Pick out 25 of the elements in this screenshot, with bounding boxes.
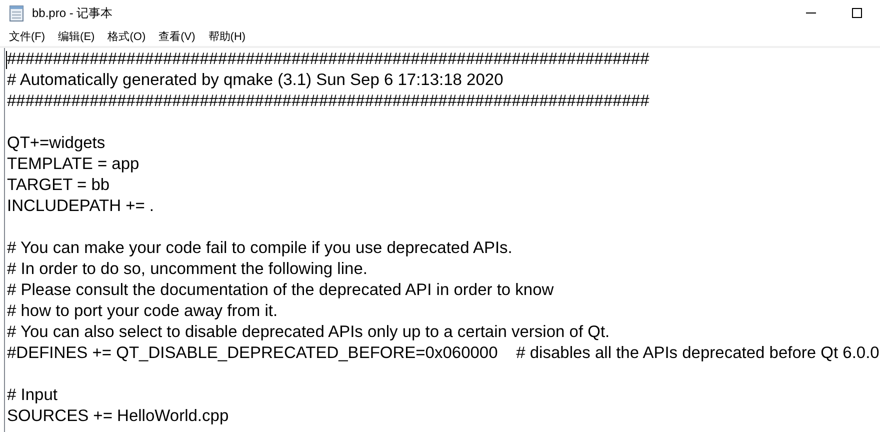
text-editor[interactable] bbox=[4, 48, 880, 432]
text-line: TEMPLATE = app bbox=[7, 154, 140, 175]
menu-item[interactable]: 查看(V) bbox=[152, 28, 202, 44]
text-line: # You can make your code fail to compile if you use deprecated APIs. bbox=[7, 238, 514, 259]
text-line: ###################################################################### bbox=[7, 49, 650, 70]
text-line: # Automatically generated by qmake (3.1) Sun Sep 6 17:13:18 2020 bbox=[7, 70, 504, 91]
text-line: # In order to do so, uncomment the following line. bbox=[7, 259, 368, 280]
window-title: bb.pro - 记事本 bbox=[32, 4, 113, 22]
text-line: # Please consult the documentation of the deprecated API in order to know bbox=[7, 280, 555, 301]
text-line: # Input bbox=[7, 385, 58, 406]
menu-item[interactable]: 格式(O) bbox=[102, 28, 153, 44]
text-line: #DEFINES += QT_DISABLE_DEPRECATED_BEFORE=0x060000 # disables all the APIs deprecated before Qt 6.0.0 bbox=[7, 343, 880, 364]
menu-item[interactable]: 帮助(H) bbox=[202, 28, 253, 44]
menu-item[interactable]: 编辑(E) bbox=[52, 28, 102, 44]
text-cursor bbox=[6, 51, 7, 69]
text-line: INCLUDEPATH += . bbox=[7, 196, 156, 217]
maximize-icon bbox=[851, 7, 863, 19]
text-line: SOURCES += HelloWorld.cpp bbox=[7, 406, 230, 427]
text-line: # how to port your code away from it. bbox=[7, 301, 279, 322]
menu-item[interactable]: 文件(F) bbox=[3, 28, 52, 44]
text-line: # You can also select to disable deprecated APIs only up to a certain version of Qt. bbox=[7, 322, 611, 343]
text-line: QT+=widgets bbox=[7, 133, 106, 154]
text-line: ###################################################################### bbox=[7, 91, 650, 112]
text-line: TARGET = bb bbox=[7, 175, 111, 196]
notepad-icon bbox=[9, 4, 25, 22]
